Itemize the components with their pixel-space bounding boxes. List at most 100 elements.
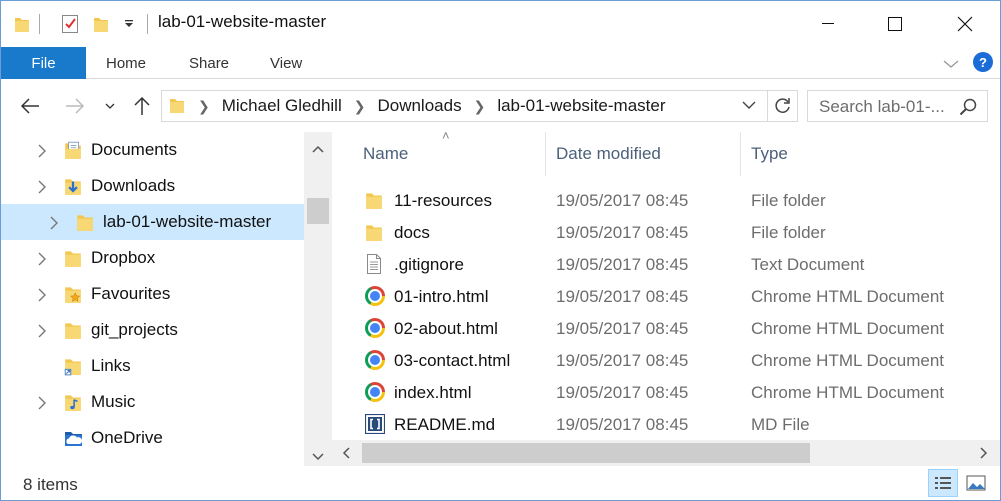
file-date-modified: 19/05/2017 08:45 [556, 191, 689, 210]
file-row[interactable]: README.md 19/05/2017 08:45 MD File [332, 408, 1000, 440]
up-button[interactable] [131, 93, 153, 119]
file-row[interactable]: 01-intro.html 19/05/2017 08:45 Chrome HTML… [332, 280, 1000, 312]
details-view-icon [935, 477, 951, 489]
nav-item-dropbox[interactable]: Dropbox [1, 240, 304, 276]
column-header-date[interactable]: Date modified [556, 132, 736, 176]
nav-item-music[interactable]: Music [1, 384, 304, 420]
folder-icon [64, 320, 82, 345]
large-icons-view-icon [966, 475, 986, 491]
folder-icon [64, 248, 82, 273]
chevron-right-icon[interactable] [37, 179, 47, 199]
folder-icon [365, 222, 385, 242]
file-date-modified: 19/05/2017 08:45 [556, 351, 689, 370]
file-row[interactable]: 02-about.html 19/05/2017 08:45 Chrome HTML… [332, 312, 1000, 344]
customize-toolbar-icon[interactable] [120, 11, 138, 37]
scroll-down-icon[interactable] [312, 448, 324, 466]
nav-item-git-projects[interactable]: git_projects [1, 312, 304, 348]
minimize-button[interactable] [805, 1, 851, 47]
file-list-scrollbar[interactable] [332, 440, 1000, 466]
chevron-right-icon[interactable] [37, 323, 47, 343]
tab-view[interactable]: View [270, 47, 302, 79]
breadcrumb-separator-icon[interactable]: ❯ [346, 98, 374, 115]
nav-item-label: Dropbox [91, 248, 156, 267]
back-button[interactable] [18, 93, 42, 119]
file-name: 01-intro.html [394, 287, 489, 306]
links-folder-icon [64, 356, 82, 381]
chevron-right-icon[interactable] [49, 215, 59, 235]
details-view-button[interactable] [928, 469, 958, 497]
maximize-button[interactable] [872, 1, 918, 47]
close-icon [957, 16, 973, 32]
nav-item-links[interactable]: Links [1, 348, 304, 384]
file-type: File folder [751, 191, 826, 210]
breadcrumb-current[interactable]: lab-01-website-master [493, 96, 669, 116]
close-button[interactable] [942, 1, 988, 47]
nav-item-downloads[interactable]: Downloads [1, 168, 304, 204]
nav-scrollbar-thumb[interactable] [307, 198, 329, 224]
file-type: Chrome HTML Document [751, 319, 945, 338]
help-button[interactable]: ? [973, 52, 993, 72]
chevron-right-icon[interactable] [37, 143, 47, 163]
item-count: 8 items [23, 475, 78, 494]
file-list-scrollbar-thumb[interactable] [362, 443, 810, 463]
downloads-folder-icon [64, 176, 82, 201]
music-folder-icon [64, 392, 82, 417]
nav-item-onedrive[interactable]: OneDrive [1, 420, 304, 456]
chevron-right-icon[interactable] [37, 251, 47, 271]
large-icons-view-button[interactable] [961, 469, 991, 497]
new-folder-icon[interactable] [90, 11, 112, 37]
scroll-up-icon[interactable] [312, 140, 324, 158]
search-box[interactable]: Search lab-01-... [807, 90, 988, 122]
minimize-icon [822, 23, 834, 24]
nav-item-favourites[interactable]: Favourites [1, 276, 304, 312]
column-separator[interactable] [545, 132, 546, 176]
tab-share[interactable]: Share [189, 47, 229, 79]
status-bar: 8 items [1, 466, 1000, 500]
address-history-dropdown[interactable] [741, 97, 757, 118]
nav-item-label: Music [91, 392, 136, 411]
arrow-left-icon [20, 98, 39, 114]
scroll-right-icon[interactable] [980, 446, 988, 464]
folder-icon [365, 190, 385, 210]
column-separator[interactable] [740, 132, 741, 176]
search-input[interactable]: Search lab-01-... [819, 97, 945, 117]
maximize-icon [888, 17, 902, 31]
column-header-type[interactable]: Type [751, 132, 951, 176]
file-type: MD File [751, 415, 810, 434]
file-row[interactable]: docs 19/05/2017 08:45 File folder [332, 216, 1000, 248]
nav-item-lab-01-website-master[interactable]: lab-01-website-master [1, 204, 304, 240]
file-row[interactable]: 03-contact.html 19/05/2017 08:45 Chrome HT… [332, 344, 1000, 376]
scroll-left-icon[interactable] [342, 446, 350, 464]
chevron-down-icon [742, 101, 756, 109]
file-row[interactable]: 11-resources 19/05/2017 08:45 File folder [332, 184, 1000, 216]
column-header-name[interactable]: Name [363, 132, 543, 176]
file-date-modified: 19/05/2017 08:45 [556, 383, 689, 402]
breadcrumb-downloads[interactable]: Downloads [373, 96, 465, 116]
properties-icon[interactable] [57, 11, 83, 37]
nav-item-label: git_projects [91, 320, 178, 339]
file-row[interactable]: index.html 19/05/2017 08:45 Chrome HTML Do… [332, 376, 1000, 408]
nav-item-label: Favourites [91, 284, 171, 303]
favourites-folder-icon [64, 284, 82, 309]
nav-item-label: Downloads [91, 176, 176, 195]
recent-locations-button[interactable] [102, 93, 118, 119]
nav-scrollbar[interactable] [304, 132, 332, 466]
breadcrumb-separator-icon[interactable]: ❯ [466, 98, 494, 115]
file-date-modified: 19/05/2017 08:45 [556, 319, 689, 338]
expand-ribbon-icon[interactable] [943, 56, 959, 74]
onedrive-icon [64, 428, 84, 453]
tab-home[interactable]: Home [106, 47, 146, 79]
nav-item-documents[interactable]: Documents [1, 132, 304, 168]
file-type: Chrome HTML Document [751, 351, 945, 370]
chevron-right-icon[interactable] [37, 287, 47, 307]
chevron-right-icon[interactable] [37, 395, 47, 415]
forward-button[interactable] [63, 93, 87, 119]
chrome-icon [365, 286, 385, 306]
address-bar[interactable]: ❯ Michael Gledhill ❯ Downloads ❯ lab-01-… [161, 90, 798, 122]
breadcrumb-separator-icon[interactable]: ❯ [190, 98, 218, 115]
file-name: 11-resources [394, 191, 492, 210]
breadcrumb-michael-gledhill[interactable]: Michael Gledhill [218, 96, 346, 116]
refresh-button[interactable] [767, 91, 797, 121]
tab-file[interactable]: File [1, 47, 86, 79]
file-row[interactable]: .gitignore 19/05/2017 08:45 Text Document [332, 248, 1000, 280]
